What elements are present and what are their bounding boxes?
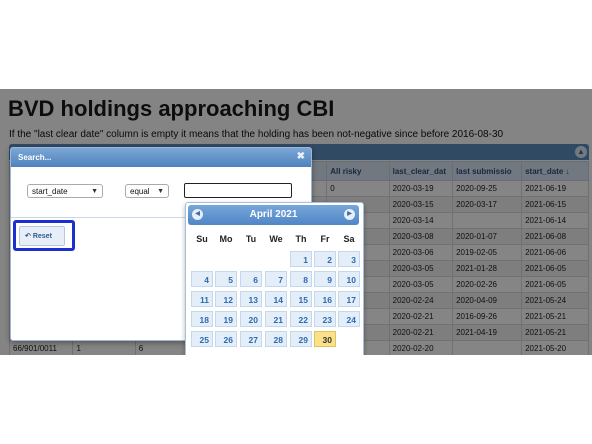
calendar-day[interactable]: 26	[215, 331, 237, 347]
weekday-header: Su	[196, 234, 208, 244]
calendar-day[interactable]: 25	[191, 331, 213, 347]
calendar-day[interactable]: 8	[290, 271, 312, 287]
chevron-down-icon: ▼	[157, 188, 164, 195]
calendar-day[interactable]: 12	[215, 291, 237, 307]
dialog-title: Search...	[11, 148, 311, 167]
calendar-day[interactable]: 5	[215, 271, 237, 287]
weekday-header: Tu	[245, 234, 257, 244]
calendar-day[interactable]: 2	[314, 251, 336, 267]
reset-highlight-box	[13, 220, 75, 251]
search-field-select[interactable]: start_date ▼	[27, 184, 103, 198]
calendar-day[interactable]: 15	[290, 291, 312, 307]
close-icon[interactable]: ✖	[297, 151, 305, 162]
datepicker-month-label: April 2021	[249, 209, 298, 220]
prev-month-icon[interactable]: ◀	[192, 209, 203, 220]
calendar-day[interactable]: 4	[191, 271, 213, 287]
weekday-header: Fr	[320, 234, 330, 244]
calendar-day[interactable]: 7	[265, 271, 287, 287]
calendar-day[interactable]: 6	[240, 271, 262, 287]
calendar-day[interactable]: 27	[240, 331, 262, 347]
weekday-header: Th	[295, 234, 307, 244]
calendar-day[interactable]: 17	[338, 291, 360, 307]
calendar-day[interactable]: 10	[338, 271, 360, 287]
calendar-day[interactable]: 30	[314, 331, 336, 347]
calendar-day[interactable]: 23	[314, 311, 336, 327]
calendar-day[interactable]: 19	[215, 311, 237, 327]
datepicker: ◀ April 2021 ▶ Su Mo Tu We Th Fr Sa 1 2 3 4 5 6 7 8 9 10…	[185, 202, 364, 355]
calendar-day[interactable]: 1	[290, 251, 312, 267]
search-operator-select[interactable]: equal ▼	[125, 184, 169, 198]
calendar-day[interactable]: 21	[265, 311, 287, 327]
calendar-day[interactable]: 9	[314, 271, 336, 287]
calendar-day[interactable]: 3	[338, 251, 360, 267]
search-value-input[interactable]	[184, 183, 292, 198]
datepicker-header: ◀ April 2021 ▶	[188, 205, 359, 225]
calendar-day[interactable]: 13	[240, 291, 262, 307]
page-stage: BVD holdings approaching CBI If the "las…	[0, 89, 592, 355]
calendar-day[interactable]: 14	[265, 291, 287, 307]
calendar-day[interactable]: 22	[290, 311, 312, 327]
search-operator-value: equal	[130, 187, 150, 196]
calendar-day[interactable]: 28	[265, 331, 287, 347]
calendar-day[interactable]: 18	[191, 311, 213, 327]
calendar-day[interactable]: 20	[240, 311, 262, 327]
search-field-value: start_date	[32, 187, 68, 196]
next-month-icon[interactable]: ▶	[344, 209, 355, 220]
calendar-day[interactable]: 24	[338, 311, 360, 327]
chevron-down-icon: ▼	[91, 188, 98, 195]
weekday-header: We	[269, 234, 283, 244]
calendar-day[interactable]: 16	[314, 291, 336, 307]
calendar-day[interactable]: 29	[290, 331, 312, 347]
calendar-day[interactable]: 11	[191, 291, 213, 307]
weekday-header: Mo	[219, 234, 233, 244]
weekday-header: Sa	[343, 234, 355, 244]
